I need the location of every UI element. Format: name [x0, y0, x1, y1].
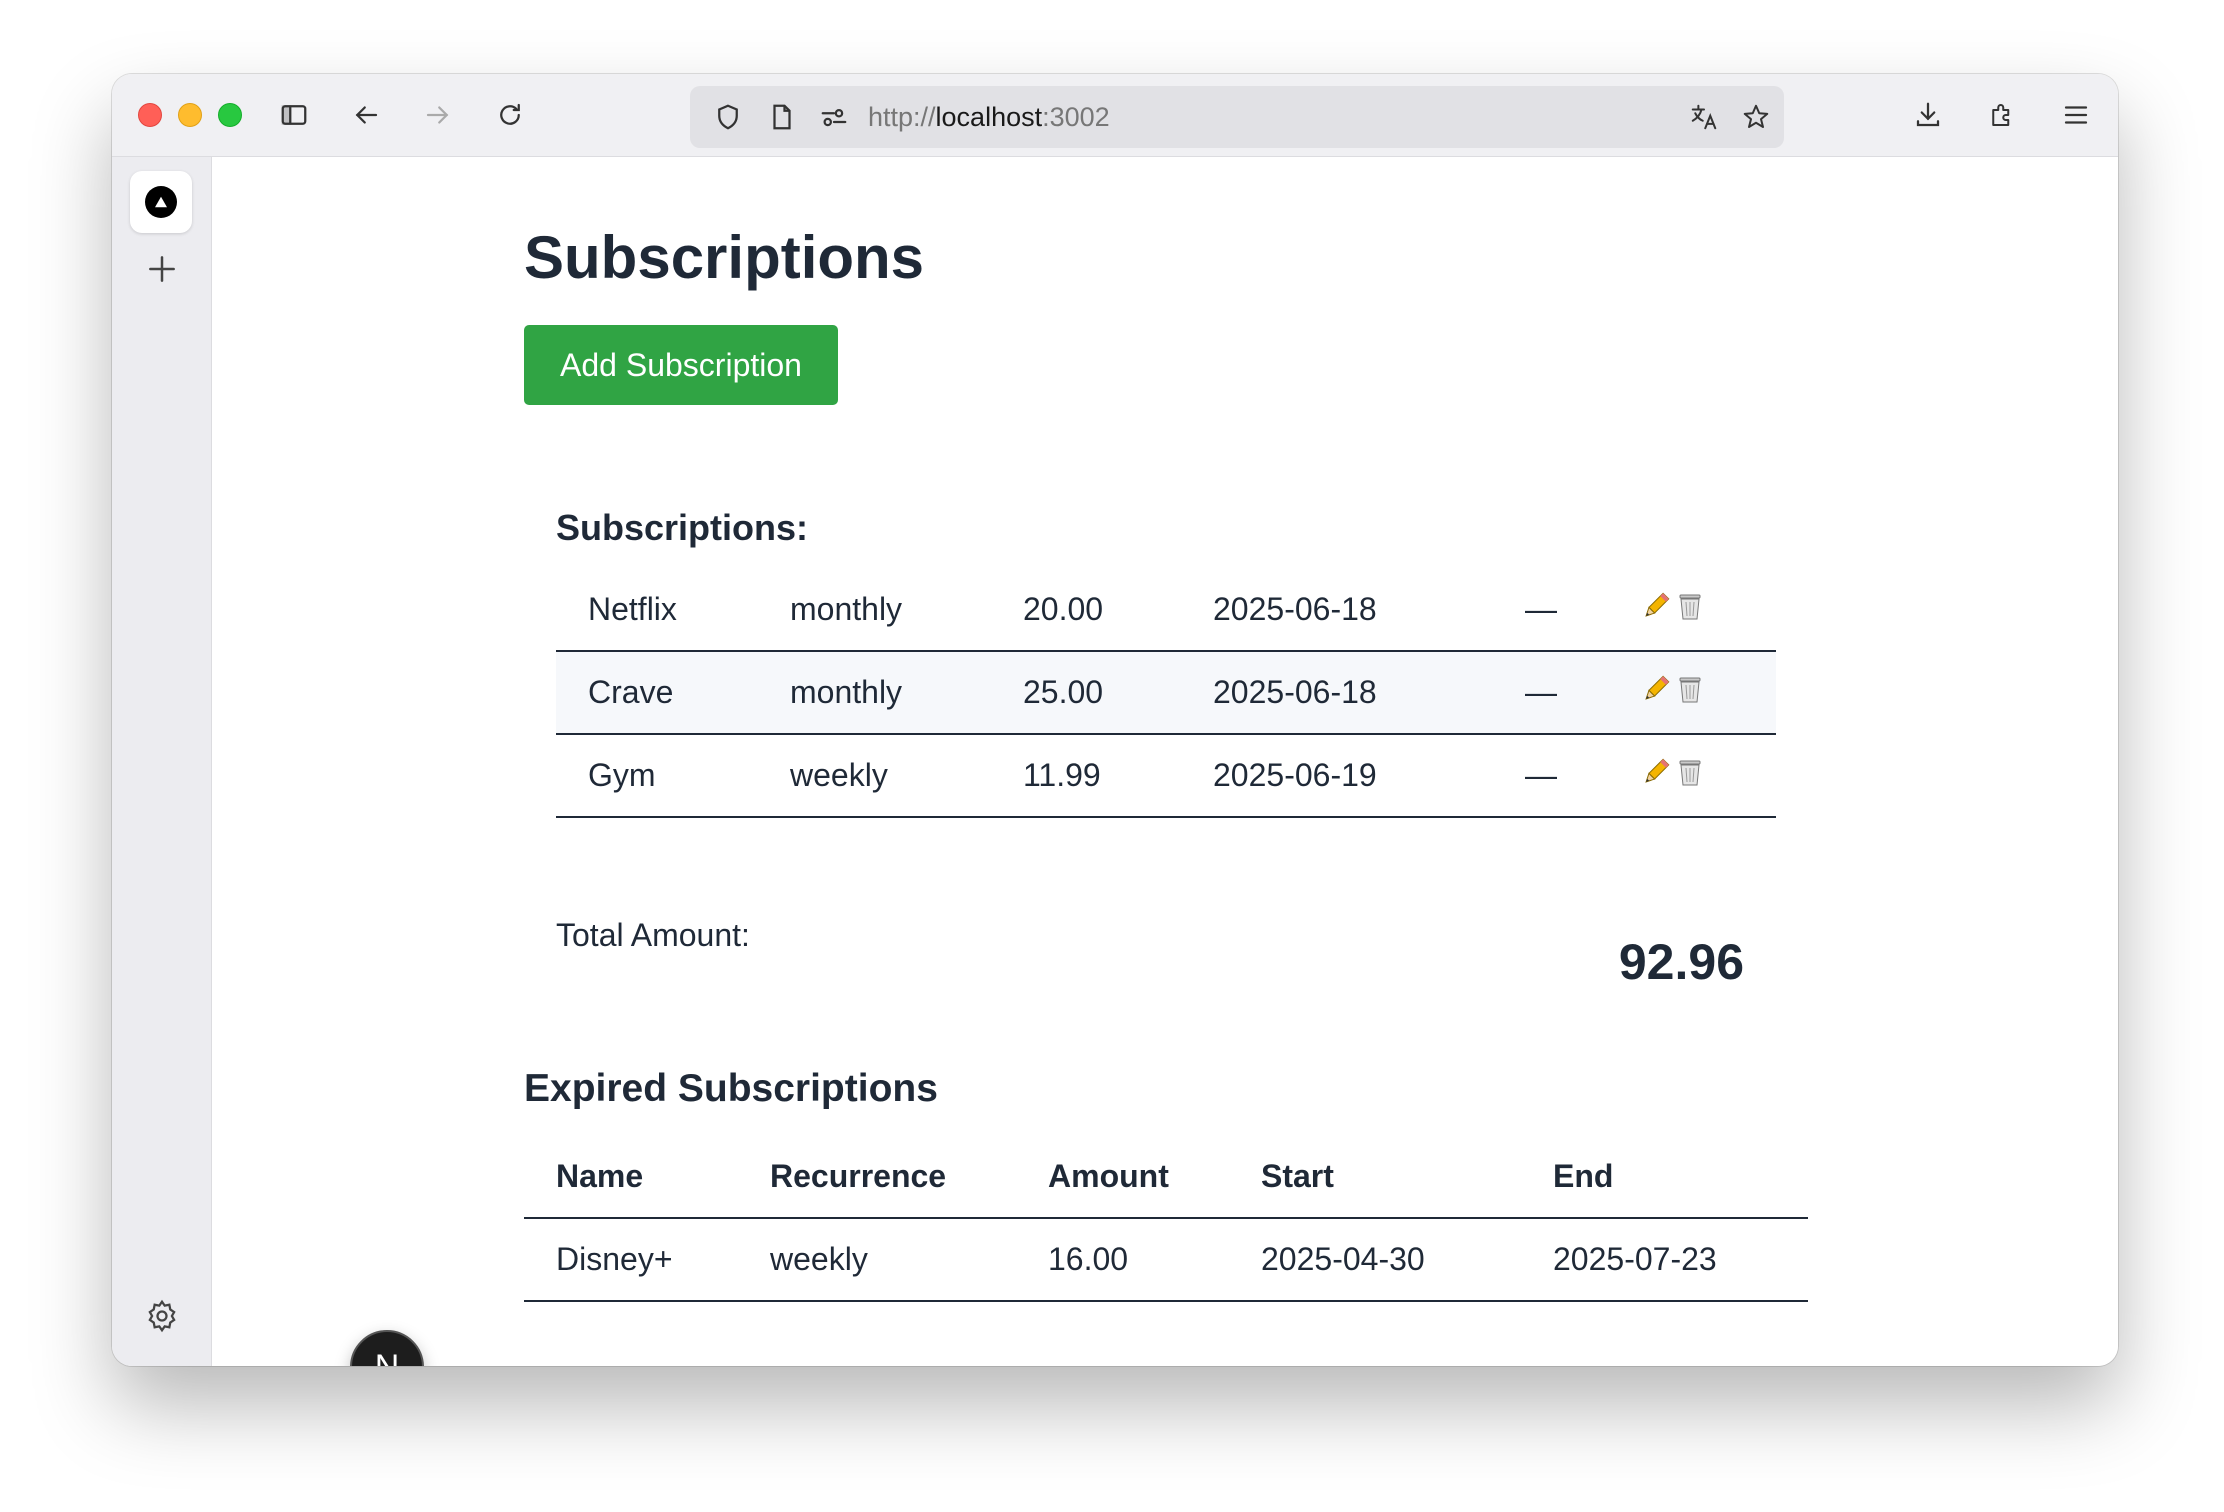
sidebar-tab-active[interactable] [130, 171, 192, 233]
nextjs-dev-badge[interactable]: N [350, 1330, 424, 1366]
cell-actions [1640, 651, 1776, 735]
expired-subscriptions-table: Name Recurrence Amount Start End Disney+… [524, 1135, 1808, 1302]
url-text[interactable]: http://localhost:3002 [868, 86, 1110, 148]
cell-name: Netflix [556, 569, 790, 652]
new-tab-icon[interactable] [142, 249, 182, 289]
back-icon[interactable] [346, 95, 386, 135]
total-amount-value: 92.96 [1618, 934, 1744, 990]
column-header-start: Start [1261, 1135, 1553, 1219]
downloads-icon[interactable] [1908, 95, 1948, 135]
minimize-window-button[interactable] [178, 103, 202, 127]
translate-icon[interactable] [1684, 97, 1724, 137]
cell-actions [1640, 734, 1776, 818]
column-header-name: Name [524, 1135, 770, 1219]
reload-icon[interactable] [490, 95, 530, 135]
cell-start: 2025-06-18 [1213, 569, 1525, 652]
cell-start: 2025-06-18 [1213, 651, 1525, 735]
expired-subscriptions-heading: Expired Subscriptions [524, 1067, 938, 1110]
site-settings-icon[interactable] [814, 97, 854, 137]
browser-sidebar [112, 157, 212, 1366]
url-host: localhost [935, 102, 1043, 132]
wastebasket-icon[interactable] [1674, 590, 1706, 630]
cell-name: Crave [556, 651, 790, 735]
page-title: Subscriptions [524, 224, 925, 291]
browser-toolbar: http://localhost:3002 [112, 74, 2118, 157]
table-header-row: Name Recurrence Amount Start End [524, 1135, 1808, 1219]
close-window-button[interactable] [138, 103, 162, 127]
active-subscriptions-table: Netflix monthly 20.00 2025-06-18 — Crave… [556, 569, 1776, 818]
column-header-end: End [1553, 1135, 1808, 1219]
cell-amount: 25.00 [1023, 651, 1213, 735]
wastebasket-icon[interactable] [1674, 673, 1706, 713]
pencil-icon[interactable] [1640, 590, 1672, 630]
column-header-recurrence: Recurrence [770, 1135, 1048, 1219]
cell-recurrence: weekly [790, 734, 1023, 818]
forward-icon[interactable] [418, 95, 458, 135]
cell-start: 2025-06-19 [1213, 734, 1525, 818]
cell-end: — [1525, 734, 1640, 818]
cell-end: — [1525, 569, 1640, 652]
cell-recurrence: weekly [770, 1218, 1048, 1302]
extensions-icon[interactable] [1982, 95, 2022, 135]
url-port: :3002 [1042, 102, 1110, 132]
cell-amount: 20.00 [1023, 569, 1213, 652]
page-content: Subscriptions Add Subscription Subscript… [212, 157, 2118, 1366]
table-row: Netflix monthly 20.00 2025-06-18 — [556, 569, 1776, 652]
table-row: Gym weekly 11.99 2025-06-19 — [556, 734, 1776, 818]
bookmark-star-icon[interactable] [1736, 97, 1776, 137]
pencil-icon[interactable] [1640, 756, 1672, 796]
cell-start: 2025-04-30 [1261, 1218, 1553, 1302]
active-subscriptions-heading: Subscriptions: [556, 507, 809, 548]
browser-window: http://localhost:3002 Subscriptions Add … [112, 74, 2118, 1366]
maximize-window-button[interactable] [218, 103, 242, 127]
cell-recurrence: monthly [790, 651, 1023, 735]
menu-icon[interactable] [2056, 95, 2096, 135]
address-bar[interactable]: http://localhost:3002 [690, 86, 1784, 148]
table-row: Crave monthly 25.00 2025-06-18 — [556, 651, 1776, 735]
pencil-icon[interactable] [1640, 673, 1672, 713]
total-amount-label: Total Amount: [556, 917, 750, 953]
gear-icon[interactable] [144, 1298, 180, 1334]
url-scheme: http:// [868, 102, 936, 132]
page-icon[interactable] [762, 97, 802, 137]
column-header-amount: Amount [1048, 1135, 1261, 1219]
cell-recurrence: monthly [790, 569, 1023, 652]
cell-name: Gym [556, 734, 790, 818]
cell-amount: 11.99 [1023, 734, 1213, 818]
wastebasket-icon[interactable] [1674, 756, 1706, 796]
cell-name: Disney+ [524, 1218, 770, 1302]
shield-icon[interactable] [708, 97, 748, 137]
table-row: Disney+ weekly 16.00 2025-04-30 2025-07-… [524, 1218, 1808, 1302]
cell-end: — [1525, 651, 1640, 735]
cell-end: 2025-07-23 [1553, 1218, 1808, 1302]
nextjs-logo-icon [145, 186, 177, 218]
cell-amount: 16.00 [1048, 1218, 1261, 1302]
cell-actions [1640, 569, 1776, 652]
add-subscription-button[interactable]: Add Subscription [524, 325, 838, 405]
sidebar-toggle-icon[interactable] [274, 95, 314, 135]
